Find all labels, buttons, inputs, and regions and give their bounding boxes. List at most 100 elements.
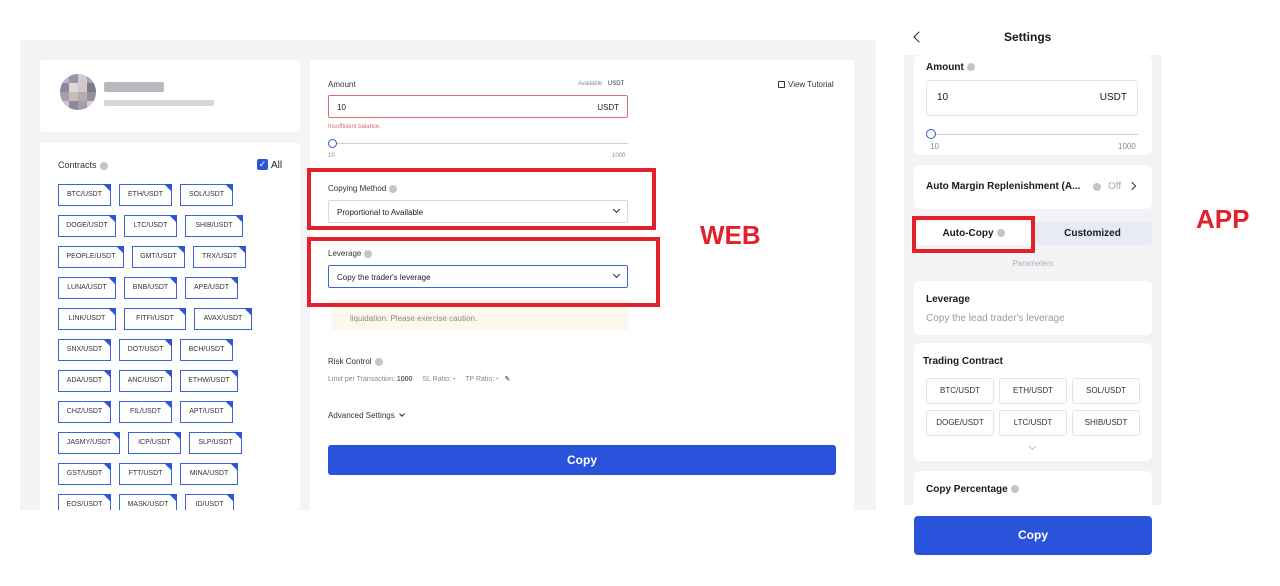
avatar	[60, 74, 96, 110]
contract-chip[interactable]: FIL/USDT	[119, 401, 172, 423]
app-amount-slider-handle[interactable]	[926, 129, 936, 139]
contract-chip[interactable]: SNX/USDT	[58, 339, 111, 361]
edit-icon[interactable]: ✎	[505, 376, 511, 383]
app-leverage-card: Leverage Copy the lead trader's leverage	[914, 281, 1152, 335]
app-contract-chip[interactable]: BTC/USDT	[926, 378, 994, 404]
view-tutorial-link[interactable]: View Tutorial	[778, 80, 834, 89]
contract-chip[interactable]: JASMY/USDT	[58, 432, 120, 454]
risk-control-label: Risk Control	[328, 357, 383, 366]
app-amount-input[interactable]: 10 USDT	[926, 80, 1138, 116]
contract-chip[interactable]: EOS/USDT	[58, 494, 111, 510]
limit-label: Limit per Transaction:	[328, 376, 395, 383]
tp-value: -	[496, 376, 499, 383]
amount-error: Insufficient balance.	[328, 124, 381, 130]
tab-customized[interactable]: Customized	[1033, 222, 1152, 245]
contract-chip[interactable]: LUNA/USDT	[58, 277, 116, 299]
contract-chip[interactable]: LTC/USDT	[124, 215, 177, 237]
info-icon	[374, 357, 383, 366]
amount-label: Amount	[328, 80, 356, 89]
contract-chip[interactable]: AVAX/USDT	[194, 308, 252, 330]
contract-chip[interactable]: BNB/USDT	[124, 277, 177, 299]
contract-chip[interactable]: ANC/USDT	[119, 370, 172, 392]
advanced-settings-toggle[interactable]: Advanced Settings	[328, 411, 405, 420]
amount-input[interactable]: 10 USDT	[328, 95, 628, 118]
all-checkbox[interactable]: ✓	[257, 159, 268, 170]
comparison-screenshot: Contracts ✓ All BTC/USDT ETH/USDT SOL/USDT…	[0, 0, 1280, 586]
amount-slider-track[interactable]	[332, 143, 628, 144]
contract-chip[interactable]: APE/USDT	[185, 277, 238, 299]
app-contract-chip[interactable]: ETH/USDT	[999, 378, 1067, 404]
contract-chip[interactable]: ETH/USDT	[119, 184, 172, 206]
highlight-auto-copy	[912, 216, 1035, 253]
contract-chip[interactable]: FITFI/USDT	[124, 308, 186, 330]
auto-margin-row[interactable]: Auto Margin Replenishment (A... Off	[914, 165, 1152, 209]
app-leverage-label: Leverage	[926, 294, 970, 305]
app-contract-chip[interactable]: SOL/USDT	[1072, 378, 1140, 404]
contract-chip[interactable]: DOT/USDT	[119, 339, 172, 361]
copy-button-app[interactable]: Copy	[914, 516, 1152, 555]
trader-profile-card	[40, 60, 300, 132]
contract-chip[interactable]: DOGE/USDT	[58, 215, 116, 237]
contract-chip[interactable]: MINA/USDT	[180, 463, 238, 485]
tp-label: TP Ratio:	[465, 376, 495, 383]
slider-min: 10	[328, 153, 335, 159]
app-slider-min: 10	[930, 142, 939, 151]
amount-slider-handle[interactable]	[328, 139, 337, 148]
contracts-card: Contracts ✓ All BTC/USDT ETH/USDT SOL/USDT…	[40, 143, 300, 510]
contract-chip[interactable]: BCH/USDT	[180, 339, 233, 361]
contract-chip[interactable]: GMT/USDT	[132, 246, 185, 268]
view-tutorial-text: View Tutorial	[788, 80, 834, 89]
copy-button-web[interactable]: Copy	[328, 445, 836, 475]
app-copy-percentage-label-text: Copy Percentage	[926, 484, 1008, 495]
app-amount-value: 10	[937, 92, 949, 103]
contract-chip[interactable]: SLP/USDT	[189, 432, 242, 454]
highlight-copying-method	[307, 168, 656, 230]
contract-chip[interactable]: TRX/USDT	[193, 246, 246, 268]
app-copy-percentage-card: Copy Percentage	[914, 471, 1152, 505]
contract-chip[interactable]: ICP/USDT	[128, 432, 181, 454]
contract-chip[interactable]: SOL/USDT	[180, 184, 233, 206]
risk-control-label-text: Risk Control	[328, 357, 372, 366]
web-tag: WEB	[700, 220, 761, 250]
app-slider-max: 1000	[1118, 142, 1136, 151]
app-contract-chip[interactable]: LTC/USDT	[999, 410, 1067, 436]
app-contract-chip[interactable]: SHIB/USDT	[1072, 410, 1140, 436]
app-contract-chip[interactable]: DOGE/USDT	[926, 410, 994, 436]
app-amount-slider-track[interactable]	[930, 134, 1138, 135]
contracts-title-text: Contracts	[58, 160, 97, 170]
auto-margin-label: Auto Margin Replenishment (A...	[926, 181, 1081, 192]
info-icon	[99, 161, 108, 170]
slider-max: 1000	[612, 153, 626, 159]
all-label: All	[271, 160, 283, 171]
leverage-warning-text: liquidation. Please exercise caution.	[350, 314, 478, 323]
app-trading-contract-card: Trading Contract BTC/USDT ETH/USDT SOL/U…	[914, 343, 1152, 461]
back-arrow-icon[interactable]	[913, 31, 925, 43]
app-amount-card: Amount 10 USDT 10 1000	[914, 55, 1152, 155]
contract-chip[interactable]: GST/USDT	[58, 463, 111, 485]
info-icon	[1010, 485, 1019, 494]
app-amount-label: Amount	[926, 62, 975, 73]
tutorial-icon	[778, 81, 785, 88]
contract-chip[interactable]: SHIB/USDT	[185, 215, 243, 237]
contract-chip[interactable]: ID/USDT	[185, 494, 234, 510]
parameters-label: Parameters	[1012, 259, 1054, 268]
expand-chevron-icon[interactable]	[1028, 442, 1037, 451]
contract-chip[interactable]: CHZ/USDT	[58, 401, 111, 423]
amount-unit: USDT	[597, 103, 619, 112]
contract-chip[interactable]: LINK/USDT	[58, 308, 116, 330]
available-unit: USDT	[607, 81, 625, 87]
contract-chip[interactable]: ADA/USDT	[58, 370, 111, 392]
contract-chip[interactable]: BTC/USDT	[58, 184, 111, 206]
info-icon	[1093, 183, 1101, 191]
app-amount-label-text: Amount	[926, 62, 964, 73]
contract-chip[interactable]: APT/USDT	[180, 401, 233, 423]
contract-chip[interactable]: FTT/USDT	[119, 463, 172, 485]
contract-chip[interactable]: ETHW/USDT	[180, 370, 238, 392]
advanced-settings-text: Advanced Settings	[328, 411, 395, 420]
contract-chip[interactable]: PEOPLE/USDT	[58, 246, 124, 268]
risk-control-values: Limit per Transaction: 1000 SL Ratio: - …	[328, 375, 510, 383]
contract-chip[interactable]: MASK/USDT	[119, 494, 177, 510]
sl-value: -	[452, 376, 456, 383]
app-tag: APP	[1196, 204, 1250, 234]
auto-margin-value: Off	[1108, 181, 1122, 192]
